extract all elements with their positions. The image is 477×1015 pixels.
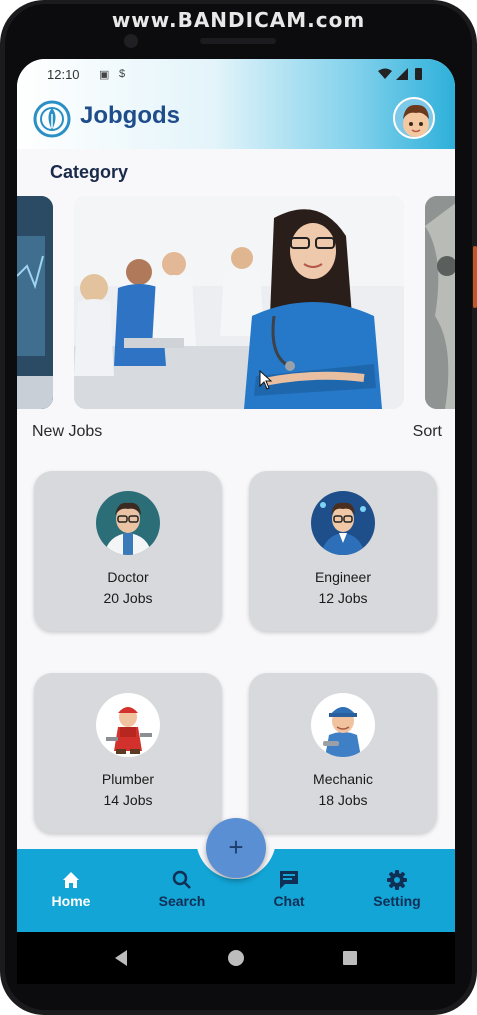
notification-icon: ▣ bbox=[99, 69, 110, 81]
sort-button[interactable]: Sort bbox=[413, 423, 442, 441]
job-name: Engineer bbox=[314, 569, 372, 585]
earpiece-speaker bbox=[200, 38, 276, 44]
job-name: Doctor bbox=[107, 569, 149, 585]
category-title: Category bbox=[50, 162, 129, 182]
system-navigation-bar bbox=[17, 932, 455, 984]
job-card-mechanic[interactable]: Mechanic 18 Jobs bbox=[249, 673, 437, 833]
plumber-avatar bbox=[96, 693, 160, 757]
job-count: 20 Jobs bbox=[103, 590, 153, 606]
recent-apps-icon[interactable] bbox=[343, 951, 357, 965]
phone-frame: www.BANDICAM.com 12:10 ▣ $ Jobgods Categ… bbox=[0, 0, 477, 1015]
wifi-signal-battery-icon bbox=[378, 68, 422, 80]
power-button bbox=[473, 246, 477, 308]
gear-icon bbox=[357, 867, 437, 893]
nav-home-label: Home bbox=[51, 893, 91, 909]
job-card-engineer[interactable]: Engineer 12 Jobs bbox=[249, 471, 437, 631]
job-name: Mechanic bbox=[313, 771, 373, 787]
nav-chat-label: Chat bbox=[273, 893, 305, 909]
app-title: Jobgods bbox=[80, 102, 180, 129]
category-card-next[interactable] bbox=[425, 196, 455, 409]
mechanic-avatar bbox=[311, 693, 375, 757]
nav-setting[interactable]: Setting bbox=[357, 867, 437, 909]
profile-avatar[interactable] bbox=[393, 97, 435, 139]
nav-setting-label: Setting bbox=[373, 893, 421, 909]
home-icon bbox=[31, 867, 111, 893]
recording-watermark: www.BANDICAM.com bbox=[111, 8, 366, 32]
new-jobs-label: New Jobs bbox=[32, 423, 103, 440]
front-camera bbox=[124, 34, 138, 48]
job-count: 18 Jobs bbox=[318, 792, 368, 808]
nav-chat[interactable]: Chat bbox=[249, 867, 329, 909]
engineer-avatar bbox=[311, 491, 375, 555]
nav-home[interactable]: Home bbox=[31, 867, 111, 909]
jobgods-logo-icon bbox=[33, 98, 71, 140]
chat-icon bbox=[249, 867, 329, 893]
nav-search[interactable]: Search bbox=[142, 867, 222, 909]
job-count: 14 Jobs bbox=[103, 792, 153, 808]
search-icon bbox=[142, 867, 222, 893]
job-card-plumber[interactable]: Plumber 14 Jobs bbox=[34, 673, 222, 833]
category-card-medical[interactable] bbox=[74, 196, 404, 409]
category-card-prev[interactable] bbox=[17, 196, 53, 409]
job-card-doctor[interactable]: Doctor 20 Jobs bbox=[34, 471, 222, 631]
signal-battery-icons bbox=[377, 67, 427, 84]
home-button-icon[interactable] bbox=[228, 950, 244, 966]
status-bar: 12:10 ▣ $ bbox=[47, 67, 427, 85]
mouse-pointer-icon bbox=[259, 370, 273, 390]
nav-search-label: Search bbox=[158, 893, 206, 909]
job-count: 12 Jobs bbox=[318, 590, 368, 606]
app-screen: 12:10 ▣ $ Jobgods Category New Jobs Sort… bbox=[17, 59, 455, 932]
doctor-avatar bbox=[96, 491, 160, 555]
job-name: Plumber bbox=[101, 771, 155, 787]
sync-icon: $ bbox=[119, 68, 126, 80]
back-icon[interactable] bbox=[115, 950, 127, 966]
jobs-header: New Jobs Sort bbox=[32, 423, 442, 443]
status-time: 12:10 bbox=[47, 67, 80, 82]
